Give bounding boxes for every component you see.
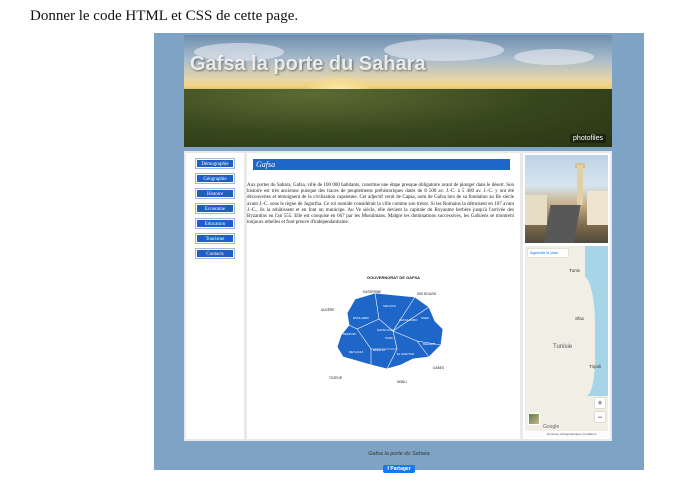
map-gabes: GABES [433,366,444,370]
map-kasserine: KASSERINE [363,290,381,294]
view-larger-map-link[interactable]: Agrandir le plan [528,249,568,257]
map-label-sfax: Sfax [575,316,585,321]
right-sidebar: Agrandir le plan Tunis Sfax Tunisie Trip… [523,153,610,439]
region-gafsa-nord: GAFSA NORD [399,318,417,322]
map-type-thumbnail[interactable] [528,413,540,425]
map-augere: AUGÈRE [321,307,334,312]
region-sidi-aich: SIDI AICH [383,304,396,308]
map-tozeur: TOZEUR [329,376,343,380]
sidebar-nav: Démographie Géographie Histoire Economie… [186,153,244,439]
main-content: Gafsa Aux portes du Sahara, Gafsa, ville… [247,153,520,439]
region-belkhir: BELKHIR [423,342,435,346]
page-body: Démographie Géographie Histoire Economie… [184,151,612,441]
banner-title: Gafsa la porte du Sahara [190,53,426,75]
share-label: Partager [390,466,411,472]
page-footer: Gafsa la porte du Sahara f Partager [154,451,644,475]
nav-contacts[interactable]: Contacts [196,249,234,258]
map-title: GOUVERNORAT DE GAFSA [367,275,420,280]
map-sidi-bouzid: SIDI BOUZID [417,292,437,296]
map-label-tripoli: Tripoli [589,364,602,369]
map-label-tunisie: Tunisie [553,344,573,350]
content-paragraph: Aux portes du Sahara, Gafsa, ville de 10… [247,183,514,226]
region-sned: SNED [421,316,429,320]
region-el-guettar: EL GUETTAR [397,352,414,356]
instruction-text: Donner le code HTML et CSS de cette page… [30,8,299,24]
region-metlaoui: METLAOUI [349,350,364,354]
region-gafsa-sud: GAFSA SUD [377,328,393,332]
nav-geographie[interactable]: Géographie [196,174,234,183]
content-heading: Gafsa [253,159,510,170]
region-moulares: MOULARES [353,316,369,320]
share-button[interactable]: f Partager [383,465,415,473]
nav-demographie[interactable]: Démographie [196,159,234,168]
nav-education[interactable]: Education [196,219,234,228]
region-ksar: KSAR [385,336,393,340]
zoom-out-button[interactable]: − [595,412,605,422]
city-photo [525,155,608,243]
nav-economie[interactable]: Economie [196,204,234,213]
region-redeyef: REDEYEF [343,332,357,336]
region-mdhilla: MDHILLA [373,348,385,352]
photo-logo: photofiles [570,134,606,143]
map-kebili: KEBILI [397,380,407,384]
nav-histoire[interactable]: Histoire [196,189,234,198]
google-map[interactable]: Agrandir le plan Tunis Sfax Tunisie Trip… [525,246,608,437]
map-label-tunis: Tunis [569,268,580,273]
header-banner: Gafsa la porte du Sahara photofiles [184,35,612,147]
footer-text: Gafsa la porte du Sahara [368,451,430,457]
page-screenshot: Gafsa la porte du Sahara photofiles Démo… [154,33,644,473]
nav-tourisme[interactable]: Tourisme [196,234,234,243]
gafsa-governorate-map: GOUVERNORAT DE GAFSA KASSERINE SIDI BOUZ… [321,275,444,384]
google-logo: Google [543,424,560,430]
zoom-in-button[interactable]: + [595,398,605,408]
map-footer: Données cartographiques Conditions d'uti… [525,431,608,437]
